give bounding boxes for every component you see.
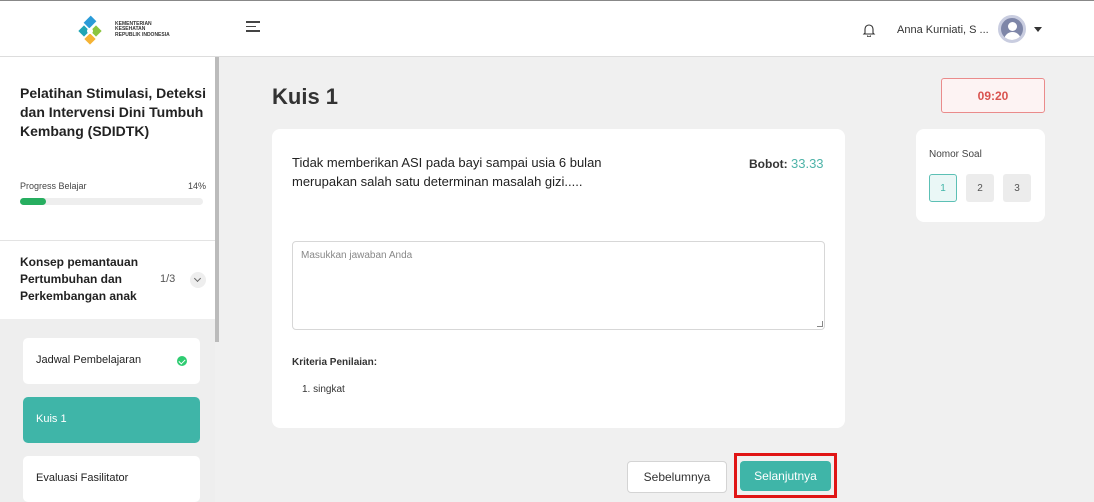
- progress-label: Progress Belajar: [20, 181, 87, 191]
- module-title[interactable]: Konsep pemantauan Pertumbuhan dan Perkem…: [20, 254, 160, 305]
- question-text: Tidak memberikan ASI pada bayi sampai us…: [292, 155, 602, 189]
- question-card: Tidak memberikan ASI pada bayi sampai us…: [272, 129, 845, 428]
- logo-text: KEMENTERIAN KESEHATAN REPUBLIK INDONESIA: [115, 20, 170, 38]
- resize-handle-icon[interactable]: [817, 321, 823, 327]
- lesson-label: Kuis 1: [36, 413, 67, 425]
- lesson-label: Evaluasi Fasilitator: [36, 472, 129, 484]
- avatar[interactable]: [998, 15, 1026, 43]
- sidebar-divider: [0, 240, 215, 241]
- ministry-logo[interactable]: KEMENTERIAN KESEHATAN REPUBLIK INDONESIA: [74, 13, 174, 47]
- page-title: Kuis 1: [272, 84, 339, 109]
- module-count: 1/3: [160, 273, 176, 285]
- question-navigator-title: Nomor Soal: [929, 149, 982, 160]
- criteria-title: Kriteria Penilaian:: [292, 357, 378, 368]
- user-menu-chevron-icon[interactable]: [1034, 27, 1042, 32]
- next-button[interactable]: Selanjutnya: [740, 461, 831, 491]
- logo-icon: [78, 15, 102, 45]
- lesson-item-kuis-1[interactable]: Kuis 1: [23, 397, 200, 443]
- progress-percent: 14%: [188, 181, 207, 191]
- previous-button[interactable]: Sebelumnya: [627, 461, 727, 493]
- module-chevron-down-icon[interactable]: [190, 272, 206, 288]
- weight-value: 33.33: [791, 156, 824, 171]
- lesson-item-jadwal-pembelajaran[interactable]: Jadwal Pembelajaran: [23, 338, 200, 384]
- notification-bell-icon[interactable]: [862, 23, 876, 37]
- question-navigator: Nomor Soal 1 2 3: [916, 129, 1045, 222]
- lesson-label: Jadwal Pembelajaran: [36, 354, 142, 366]
- sidebar-scrollbar[interactable]: [215, 57, 219, 342]
- user-name[interactable]: Anna Kurniati, S ...: [897, 24, 989, 36]
- check-circle-icon: [177, 356, 187, 366]
- weight-label: Bobot:: [749, 157, 788, 171]
- answer-input[interactable]: [292, 241, 825, 330]
- course-title: Pelatihan Stimulasi, Deteksi dan Interve…: [20, 85, 206, 139]
- countdown-timer: 09:20: [941, 78, 1045, 113]
- question-number-button[interactable]: 3: [1003, 174, 1031, 202]
- hamburger-menu-icon[interactable]: [246, 21, 260, 35]
- question-weight: Bobot: 33.33: [749, 156, 824, 171]
- progress-bar-fill: [20, 198, 46, 205]
- criteria-item: 1. singkat: [302, 384, 345, 395]
- lesson-item-evaluasi-fasilitator[interactable]: Evaluasi Fasilitator: [23, 456, 200, 502]
- question-number-button[interactable]: 2: [966, 174, 994, 202]
- question-number-button[interactable]: 1: [929, 174, 957, 202]
- progress-bar: [20, 198, 203, 205]
- top-bar: KEMENTERIAN KESEHATAN REPUBLIK INDONESIA…: [0, 0, 1094, 57]
